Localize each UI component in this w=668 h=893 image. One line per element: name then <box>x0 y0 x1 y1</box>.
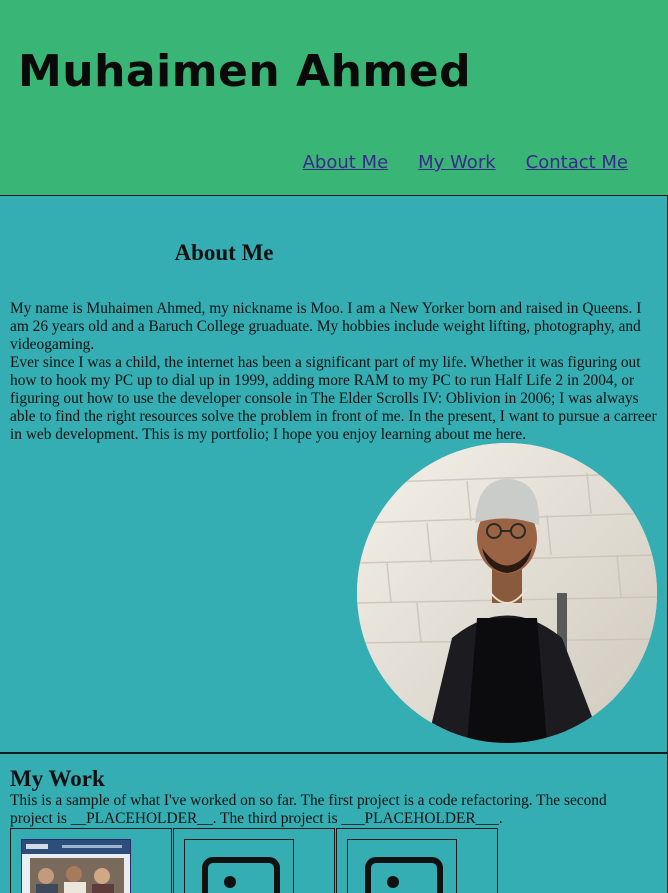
nav-link-my-work[interactable]: My Work <box>418 152 495 173</box>
profile-photo-illustration <box>357 443 657 743</box>
profile-photo <box>357 443 657 743</box>
site-title: Muhaimen Ahmed <box>18 46 472 97</box>
project-gallery <box>10 828 499 893</box>
main-nav: About Me My Work Contact Me <box>303 152 628 173</box>
project-thumbnail-3[interactable] <box>347 839 457 893</box>
nav-link-about-me[interactable]: About Me <box>303 152 389 173</box>
about-text: My name is Muhaimen Ahmed, my nickname i… <box>10 300 662 444</box>
my-work-section: My Work This is a sample of what I've wo… <box>0 754 668 893</box>
project-card-1[interactable] <box>10 828 172 893</box>
work-heading: My Work <box>10 766 105 791</box>
about-section: About Me My name is Muhaimen Ahmed, my n… <box>0 196 668 754</box>
project-card-3[interactable] <box>336 828 498 893</box>
about-heading: About Me <box>174 240 274 265</box>
project-card-2[interactable] <box>173 828 335 893</box>
image-placeholder-icon <box>365 857 443 893</box>
site-header: Muhaimen Ahmed About Me My Work Contact … <box>0 0 668 196</box>
project-screenshot[interactable] <box>21 839 131 893</box>
image-placeholder-icon <box>202 857 280 893</box>
nav-link-contact-me[interactable]: Contact Me <box>526 152 628 173</box>
work-description: This is a sample of what I've worked on … <box>10 792 607 827</box>
project-thumbnail-2[interactable] <box>184 839 294 893</box>
about-paragraph-2: Ever since I was a child, the internet h… <box>10 354 657 443</box>
about-paragraph-1: My name is Muhaimen Ahmed, my nickname i… <box>10 300 642 353</box>
project-screenshot-image <box>22 840 130 893</box>
